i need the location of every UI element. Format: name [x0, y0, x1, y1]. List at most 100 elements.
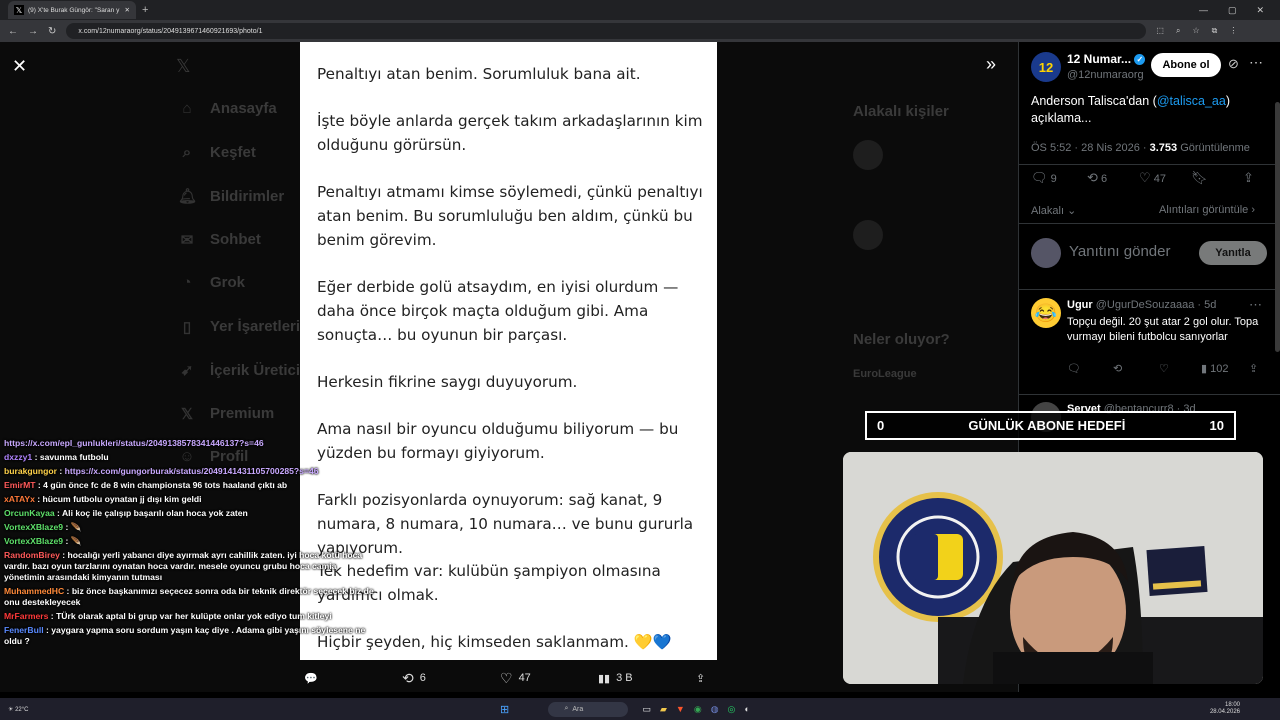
- photo-paragraph: Eğer derbide golü atsaydım, en iyisi olu…: [317, 278, 679, 344]
- close-icon[interactable]: ✕: [12, 56, 27, 77]
- sort-dropdown[interactable]: Alakalı ⌄: [1031, 204, 1076, 217]
- chat-username[interactable]: RandomBirey: [4, 550, 60, 560]
- chat-username[interactable]: dxzzy1: [4, 452, 32, 462]
- forward-icon[interactable]: →: [28, 26, 38, 37]
- follow-button[interactable]: Abone ol: [1151, 53, 1221, 77]
- chat-username[interactable]: FenerBull: [4, 625, 44, 635]
- maximize-icon[interactable]: ▢: [1228, 5, 1237, 16]
- extensions-icon[interactable]: ⧉: [1212, 26, 1218, 36]
- browser-tab[interactable]: 𝕏 (9) X'te Burak Güngör: "Saran y ✕: [8, 1, 136, 19]
- taskview-icon[interactable]: ▭: [642, 704, 651, 715]
- windows-start-icon[interactable]: ⊞: [500, 703, 509, 716]
- chat-username[interactable]: MrFarmers: [4, 611, 48, 621]
- tweet-views-count: 3.753: [1149, 142, 1178, 154]
- sidebar-item-bell[interactable]: 🔔︎ Bildirimler: [178, 187, 284, 206]
- chat-username[interactable]: OrcunKayaa: [4, 508, 55, 518]
- sidebar-item-rocket[interactable]: ➹ İçerik Üretici: [178, 361, 301, 380]
- chat-message: https://x.com/epl_gunlukleri/status/2049…: [0, 436, 380, 450]
- chat-message: burakgungor : https://x.com/gungorburak/…: [0, 464, 380, 478]
- chrome-icon[interactable]: ◉: [694, 704, 702, 715]
- chat-username[interactable]: MuhammedHC: [4, 586, 64, 596]
- install-icon[interactable]: ⬚: [1156, 26, 1164, 36]
- like-count: 47: [518, 672, 531, 684]
- sidebar-item-label: Grok: [210, 274, 246, 291]
- share-icon[interactable]: ⇪: [1243, 170, 1254, 186]
- chat-separator: :: [48, 610, 57, 621]
- taskbar-search[interactable]: ⌕ Ara: [548, 701, 629, 717]
- retweet-button[interactable]: ⟲ 6: [1087, 170, 1107, 186]
- sidebar-item-label: Sohbet: [210, 231, 261, 248]
- chat-text: Ali koç ile çalışıp başarılı olan hoca y…: [61, 507, 248, 518]
- chat-username[interactable]: burakgungor: [4, 466, 57, 476]
- retweet-button[interactable]: ⟲ 6: [402, 670, 426, 687]
- goal-current: 0: [877, 418, 885, 433]
- retweet-icon: ⟲: [402, 669, 414, 686]
- weather-widget[interactable]: ☀ 22°C: [8, 706, 28, 713]
- chat-separator: :: [32, 451, 40, 462]
- reply-button[interactable]: 🗨 9: [1031, 170, 1057, 186]
- sidebar-item-search[interactable]: ⌕ Keşfet: [178, 144, 256, 161]
- view-quotes-link[interactable]: Alıntıları görüntüle ›: [1159, 204, 1255, 216]
- sidebar-item-grok[interactable]: ◔ Grok: [178, 274, 245, 291]
- address-bar[interactable]: x.com/12numaraorg/status/204913967146092…: [66, 23, 1147, 39]
- reload-icon[interactable]: ↻: [48, 26, 56, 37]
- chat-username[interactable]: EmirMT: [4, 480, 36, 490]
- tweet-time[interactable]: ÖS 5:52 · 28 Nis 2026 ·: [1031, 142, 1150, 154]
- sidebar-item-label: İçerik Üretici: [210, 361, 301, 379]
- author-avatar[interactable]: 12: [1031, 52, 1061, 82]
- like-button[interactable]: ♡ 47: [500, 670, 531, 687]
- zoom-icon[interactable]: ⌕: [1176, 26, 1180, 36]
- reply-submit-button[interactable]: Yanıtla: [1199, 241, 1267, 265]
- rocket-icon: ➹: [180, 362, 194, 379]
- new-tab-icon[interactable]: +: [142, 4, 148, 16]
- bookmark-star-icon[interactable]: ☆: [1192, 26, 1199, 36]
- menu-icon[interactable]: ⋮: [1229, 26, 1237, 36]
- views-button[interactable]: ▮▮ 3 B: [598, 672, 633, 685]
- grok-icon[interactable]: ⊘: [1228, 56, 1239, 72]
- share-icon[interactable]: ⇪: [1249, 362, 1258, 375]
- sidebar-item-x[interactable]: 𝕏 Premium: [178, 405, 274, 423]
- chevron-double-right-icon[interactable]: »: [986, 54, 996, 75]
- more-icon[interactable]: ⋯: [1249, 297, 1262, 313]
- bookmark-icon[interactable]: 🔖︎: [1191, 170, 1208, 186]
- minimize-icon[interactable]: —: [1199, 5, 1208, 16]
- sidebar-item-chat[interactable]: ✉ Sohbet: [178, 231, 261, 249]
- brave-icon[interactable]: ▼: [676, 704, 685, 715]
- reply-icon[interactable]: 🗨: [1067, 362, 1081, 375]
- chat-separator: :: [64, 585, 72, 596]
- tab-close-icon[interactable]: ✕: [125, 6, 130, 14]
- obs-icon[interactable]: ◐: [744, 704, 749, 715]
- file-explorer-icon[interactable]: ▰: [660, 704, 667, 715]
- chat-username[interactable]: xATAYx: [4, 494, 35, 504]
- discord-icon[interactable]: ◍: [711, 704, 719, 715]
- reply-input[interactable]: Yanıtını gönder: [1069, 243, 1170, 260]
- tab-title: (9) X'te Burak Güngör: "Saran y: [28, 6, 120, 14]
- chat-link[interactable]: https://x.com/gungorburak/status/2049141…: [65, 466, 319, 476]
- retweet-icon[interactable]: ⟲: [1113, 362, 1122, 375]
- like-button[interactable]: ♡ 47: [1139, 170, 1166, 186]
- taskbar-clock[interactable]: 18:00 28.04.2026: [1210, 702, 1240, 716]
- scrollbar[interactable]: [1275, 102, 1280, 352]
- window-close-icon[interactable]: ✕: [1256, 5, 1264, 16]
- chat-username[interactable]: VortexXBlaze9: [4, 536, 63, 546]
- screen: 𝕏 (9) X'te Burak Güngör: "Saran y ✕ + — …: [0, 0, 1280, 720]
- author-name[interactable]: 12 Numar... ✓: [1067, 52, 1146, 66]
- reply-author-name[interactable]: Ugur: [1067, 299, 1093, 311]
- whatsapp-icon[interactable]: ◎: [728, 704, 736, 715]
- heart-icon[interactable]: ♡: [1159, 362, 1169, 375]
- chat-separator: :: [57, 465, 65, 476]
- back-icon[interactable]: ←: [8, 26, 18, 37]
- sidebar-item-home[interactable]: ⌂ Anasayfa: [178, 100, 276, 117]
- share-icon[interactable]: ⇪: [696, 672, 705, 685]
- chat-link[interactable]: https://x.com/epl_gunlukleri/status/2049…: [4, 438, 264, 448]
- chat-message: EmirMT : 4 gün önce fc de 8 win champion…: [0, 478, 380, 492]
- chat-icon: ✉: [180, 231, 194, 249]
- avatar[interactable]: 😂: [1031, 298, 1061, 328]
- views-button[interactable]: ▮ 102: [1201, 362, 1228, 375]
- author-handle[interactable]: @12numaraorg: [1067, 69, 1144, 81]
- mention-link[interactable]: @talisca_aa: [1157, 94, 1226, 108]
- photo-paragraph: Herkesin fikrine saygı duyuyorum.: [317, 373, 578, 391]
- sidebar-item-bookmark[interactable]: ▯ Yer İşaretleri: [178, 318, 300, 336]
- more-icon[interactable]: ⋯: [1249, 54, 1263, 71]
- chat-username[interactable]: VortexXBlaze9: [4, 522, 63, 532]
